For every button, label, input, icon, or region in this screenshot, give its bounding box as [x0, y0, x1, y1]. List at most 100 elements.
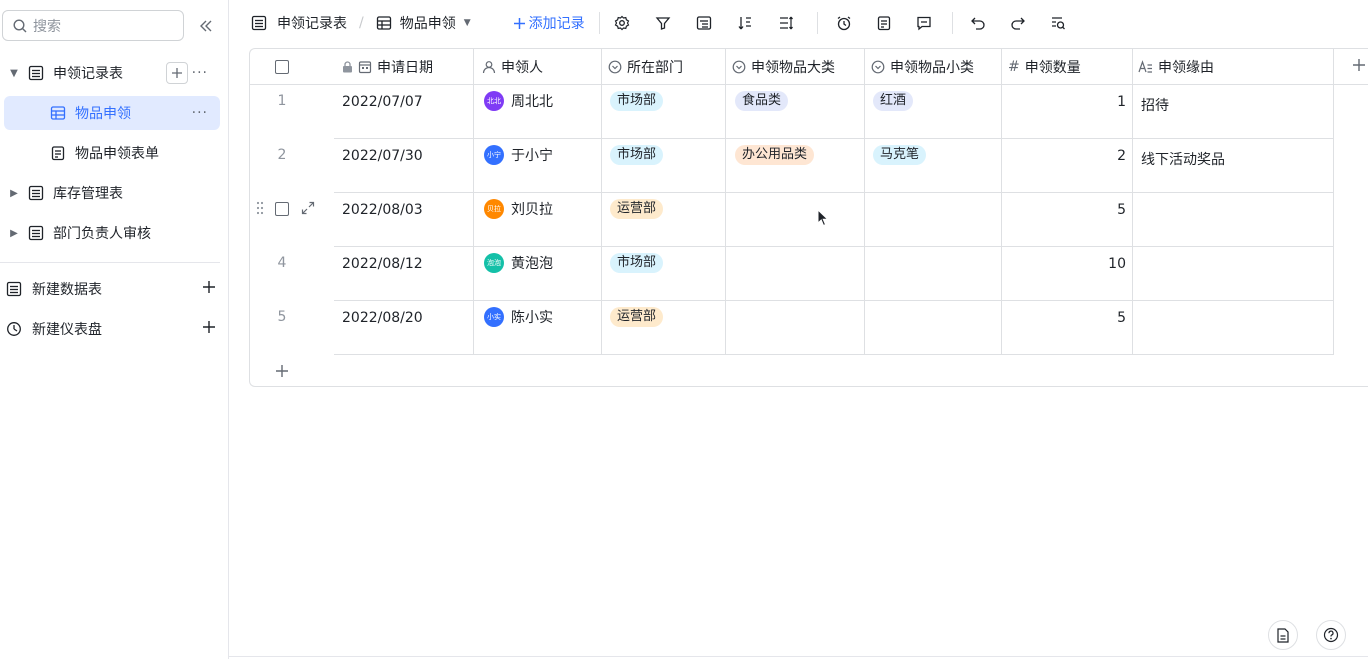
find-icon[interactable]	[1048, 13, 1068, 33]
column-header-date[interactable]: 申请日期	[342, 49, 472, 85]
caret-down-icon[interactable]: ▼	[8, 68, 20, 79]
quantity-cell[interactable]: 10	[1002, 256, 1126, 272]
row-number: 1	[277, 93, 287, 109]
row-divider	[334, 354, 1334, 355]
toolbar: 申领记录表 / 物品申领 ▼ 添加记录	[229, 0, 1368, 46]
collapse-sidebar-icon[interactable]	[196, 16, 216, 36]
single-select-icon	[871, 60, 885, 74]
new-table-button[interactable]: 新建数据表	[6, 273, 220, 305]
filter-icon[interactable]	[653, 13, 673, 33]
undo-icon[interactable]	[968, 13, 988, 33]
subcategory-cell[interactable]: 马克笔	[873, 145, 927, 165]
subcategory-tag: 红酒	[873, 91, 914, 111]
select-all-checkbox[interactable]	[275, 60, 289, 74]
subcategory-cell[interactable]	[873, 199, 998, 239]
dept-tag: 运营部	[610, 307, 664, 327]
plus-icon[interactable]	[202, 280, 216, 298]
sort-icon[interactable]	[735, 13, 755, 33]
document-button[interactable]	[1268, 620, 1298, 650]
category-cell[interactable]: 食品类	[735, 91, 789, 111]
person-name: 陈小实	[511, 310, 553, 326]
subcategory-cell[interactable]: 红酒	[873, 91, 914, 111]
breadcrumb-separator: /	[359, 15, 364, 31]
person-name: 黄泡泡	[511, 256, 553, 272]
alarm-clock-icon[interactable]	[834, 13, 854, 33]
row-divider	[334, 300, 1334, 301]
form-icon[interactable]	[874, 13, 894, 33]
column-header-label: 申领缘由	[1158, 60, 1214, 76]
add-column-plus-icon[interactable]	[1352, 58, 1366, 72]
row-height-icon[interactable]	[776, 13, 796, 33]
group-icon[interactable]	[694, 13, 714, 33]
quantity-cell[interactable]: 5	[1002, 310, 1126, 326]
single-select-icon	[732, 60, 746, 74]
comment-icon[interactable]	[914, 13, 934, 33]
category-cell[interactable]: 办公用品类	[735, 145, 815, 165]
reason-cell[interactable]	[1141, 199, 1331, 239]
help-button[interactable]	[1316, 620, 1346, 650]
quantity-cell[interactable]: 1	[1002, 94, 1126, 110]
add-view-button[interactable]	[166, 62, 188, 84]
person-cell[interactable]: 小实 陈小实	[484, 307, 553, 327]
search-input[interactable]: 搜索	[2, 10, 184, 41]
date-cell[interactable]: 2022/07/07	[342, 94, 423, 110]
tree-item-inventory-table[interactable]: ▶ 库存管理表	[0, 176, 220, 210]
tree-item-label: 物品申领	[75, 106, 131, 122]
row-number: 4	[277, 255, 287, 271]
category-cell[interactable]	[735, 199, 865, 239]
column-header-person[interactable]: 申领人	[482, 49, 602, 85]
settings-icon[interactable]	[612, 13, 632, 33]
column-header-quantity[interactable]: # 申领数量	[1008, 49, 1136, 85]
grid-view-icon	[376, 15, 392, 31]
tree-item-goods-view[interactable]: 物品申领 ···	[4, 96, 220, 130]
column-header-dept[interactable]: 所在部门	[608, 49, 728, 85]
person-cell[interactable]: 北北 周北北	[484, 91, 553, 111]
caret-right-icon[interactable]: ▶	[8, 188, 20, 199]
date-cell[interactable]: 2022/07/30	[342, 148, 423, 164]
redo-icon[interactable]	[1008, 13, 1028, 33]
row-checkbox[interactable]	[275, 202, 289, 216]
add-record-label: 添加记录	[528, 16, 585, 32]
form-icon	[50, 145, 66, 161]
dept-cell[interactable]: 运营部	[610, 307, 664, 327]
quantity-cell[interactable]: 5	[1002, 202, 1126, 218]
new-dashboard-button[interactable]: 新建仪表盘	[6, 313, 220, 345]
person-name: 于小宁	[511, 148, 553, 164]
dept-cell[interactable]: 市场部	[610, 145, 664, 165]
chevron-down-icon: ▼	[463, 18, 471, 28]
reason-cell[interactable]: 线下活动奖品	[1141, 149, 1225, 169]
drag-handle-icon[interactable]	[256, 201, 264, 215]
date-cell[interactable]: 2022/08/12	[342, 256, 423, 272]
person-cell[interactable]: 贝拉 刘贝拉	[484, 199, 553, 219]
person-cell[interactable]: 泡泡 黄泡泡	[484, 253, 553, 273]
date-cell[interactable]: 2022/08/20	[342, 310, 423, 326]
view-name: 物品申领	[399, 16, 456, 32]
dept-tag: 市场部	[610, 145, 664, 165]
dept-cell[interactable]: 市场部	[610, 253, 664, 273]
person-cell[interactable]: 小宁 于小宁	[484, 145, 553, 165]
more-icon[interactable]: ···	[192, 65, 208, 81]
reason-cell[interactable]: 招待	[1141, 95, 1169, 115]
column-header-subcategory[interactable]: 申领物品小类	[871, 49, 1006, 85]
expand-record-icon[interactable]	[301, 201, 315, 215]
plus-icon[interactable]	[202, 320, 216, 338]
column-header-reason[interactable]: 申领缘由	[1138, 49, 1328, 85]
person-icon	[482, 60, 496, 74]
column-header-category[interactable]: 申领物品大类	[732, 49, 867, 85]
quantity-cell[interactable]: 2	[1002, 148, 1126, 164]
add-row-plus-icon[interactable]	[275, 364, 289, 378]
tree-item-application-table[interactable]: ▼ 申领记录表 ···	[0, 56, 220, 90]
tree-item-dept-review[interactable]: ▶ 部门负责人审核	[0, 216, 220, 250]
tree-item-goods-form[interactable]: 物品申领表单	[0, 136, 220, 170]
dept-cell[interactable]: 市场部	[610, 91, 664, 111]
dept-cell[interactable]: 运营部	[610, 199, 664, 219]
date-cell[interactable]: 2022/08/03	[342, 202, 423, 218]
caret-right-icon[interactable]: ▶	[8, 228, 20, 239]
add-record-button[interactable]: 添加记录	[513, 13, 585, 33]
view-name-dropdown[interactable]: 物品申领 ▼	[376, 13, 471, 33]
column-header-label: 申请日期	[377, 60, 433, 76]
table-icon	[28, 225, 44, 241]
more-icon[interactable]: ···	[192, 105, 208, 121]
dashboard-icon	[6, 321, 22, 337]
table-name-tab[interactable]: 申领记录表	[251, 13, 347, 33]
